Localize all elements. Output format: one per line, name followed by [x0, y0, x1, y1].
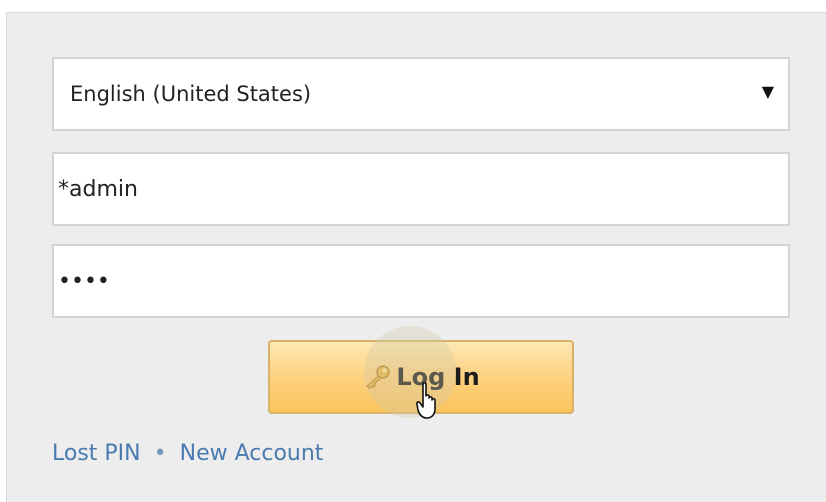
password-masked-value: •••• — [58, 268, 110, 294]
new-account-link[interactable]: New Account — [180, 441, 324, 466]
username-value: *admin — [58, 176, 138, 202]
link-separator: • — [153, 441, 167, 466]
account-links: Lost PIN • New Account — [52, 441, 323, 466]
login-button-label: Log In — [396, 363, 480, 391]
lost-pin-link[interactable]: Lost PIN — [52, 441, 141, 466]
language-select-value: English (United States) — [70, 82, 312, 106]
username-input[interactable]: *admin — [52, 152, 790, 226]
login-button[interactable]: Log In — [268, 340, 574, 414]
dropdown-arrow-icon: ▼ — [761, 81, 774, 101]
login-panel: English (United States) ▼ *admin •••• Lo… — [6, 12, 826, 502]
key-icon — [366, 365, 391, 390]
language-select[interactable]: English (United States) ▼ — [52, 57, 790, 131]
password-input[interactable]: •••• — [52, 244, 790, 318]
